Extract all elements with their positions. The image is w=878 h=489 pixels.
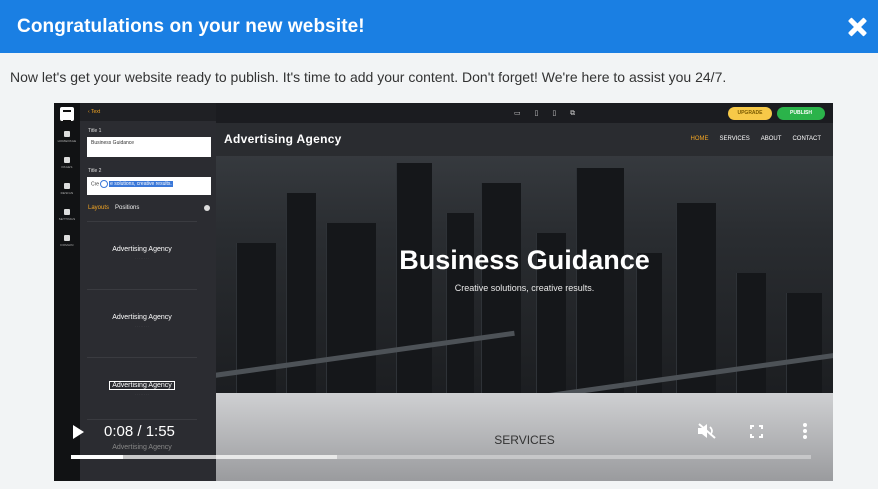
pages-icon — [64, 157, 70, 163]
title2-label: Title 2 — [88, 168, 102, 174]
title2-field: Cre e solutions, creative results. — [87, 177, 211, 195]
layout-card: Advertising Agency · · · · · · · · — [87, 357, 197, 417]
hero-title: Business Guidance — [399, 245, 650, 275]
panel-settings-icon — [204, 205, 210, 211]
globe-icon — [64, 235, 70, 241]
title1-field: Business Guidance — [87, 137, 211, 157]
device-icons: ▭ ▯ ▯ ⧉ — [514, 110, 582, 117]
play-icon[interactable] — [73, 425, 84, 439]
hero-subtitle: Creative solutions, creative results. — [454, 283, 595, 293]
nav-home: HOME — [690, 136, 709, 142]
panel-tabs: Layouts Positions — [88, 205, 139, 211]
rail-item-design: DESIGN — [54, 183, 80, 195]
video-time: 0:08 / 1:55 — [104, 423, 175, 440]
fullscreen-icon[interactable] — [750, 425, 763, 438]
tutorial-video[interactable]: HOMEPAGE PAGES DESIGN SETTINGS DOMAIN ‹ … — [54, 103, 833, 481]
builder-logo-icon — [60, 107, 74, 122]
builder-topbar: ▭ ▯ ▯ ⧉ UPGRADE PUBLISH — [216, 103, 833, 123]
tab-positions: Positions — [115, 205, 140, 211]
brush-icon — [64, 183, 70, 189]
services-heading: SERVICES — [494, 433, 555, 447]
nav-contact: CONTACT — [792, 136, 821, 142]
site-brand: Advertising Agency — [224, 132, 342, 146]
close-icon[interactable] — [846, 16, 868, 38]
rail-item-settings: SETTINGS — [54, 209, 80, 221]
video-progress-bar[interactable] — [71, 455, 811, 459]
played-bar — [71, 455, 123, 459]
home-icon — [64, 131, 70, 137]
rail-item-homepage: HOMEPAGE — [54, 131, 80, 143]
intro-text: Now let's get your website ready to publ… — [10, 69, 727, 85]
rail-item-pages: PAGES — [54, 157, 80, 169]
tab-layouts: Layouts — [88, 205, 110, 211]
upgrade-button: UPGRADE — [728, 107, 772, 120]
site-preview: Advertising Agency HOME SERVICES ABOUT CONT… — [216, 123, 833, 393]
site-nav-links: HOME SERVICES ABOUT CONTACT — [680, 136, 821, 142]
gear-icon — [64, 209, 70, 215]
publish-button: PUBLISH — [777, 107, 825, 120]
dialog-title: Congratulations on your new website! — [17, 15, 365, 37]
layout-card: Advertising Agency · · · · · · · · — [87, 221, 197, 281]
rail-item-domain: DOMAIN — [54, 235, 80, 247]
nav-about: ABOUT — [760, 136, 782, 142]
more-options-icon[interactable] — [803, 423, 807, 439]
dialog-header: Congratulations on your new website! — [0, 0, 878, 53]
services-section: SERVICES — [216, 393, 833, 481]
nav-services: SERVICES — [719, 136, 750, 142]
site-navbar: Advertising Agency HOME SERVICES ABOUT CONT… — [216, 123, 833, 156]
mute-icon[interactable] — [697, 423, 717, 439]
title1-label: Title 1 — [88, 128, 102, 134]
panel-header: ‹ Text — [80, 103, 216, 121]
cursor-icon — [100, 180, 109, 188]
layout-card: Advertising Agency · · · · · · · · — [87, 289, 197, 349]
